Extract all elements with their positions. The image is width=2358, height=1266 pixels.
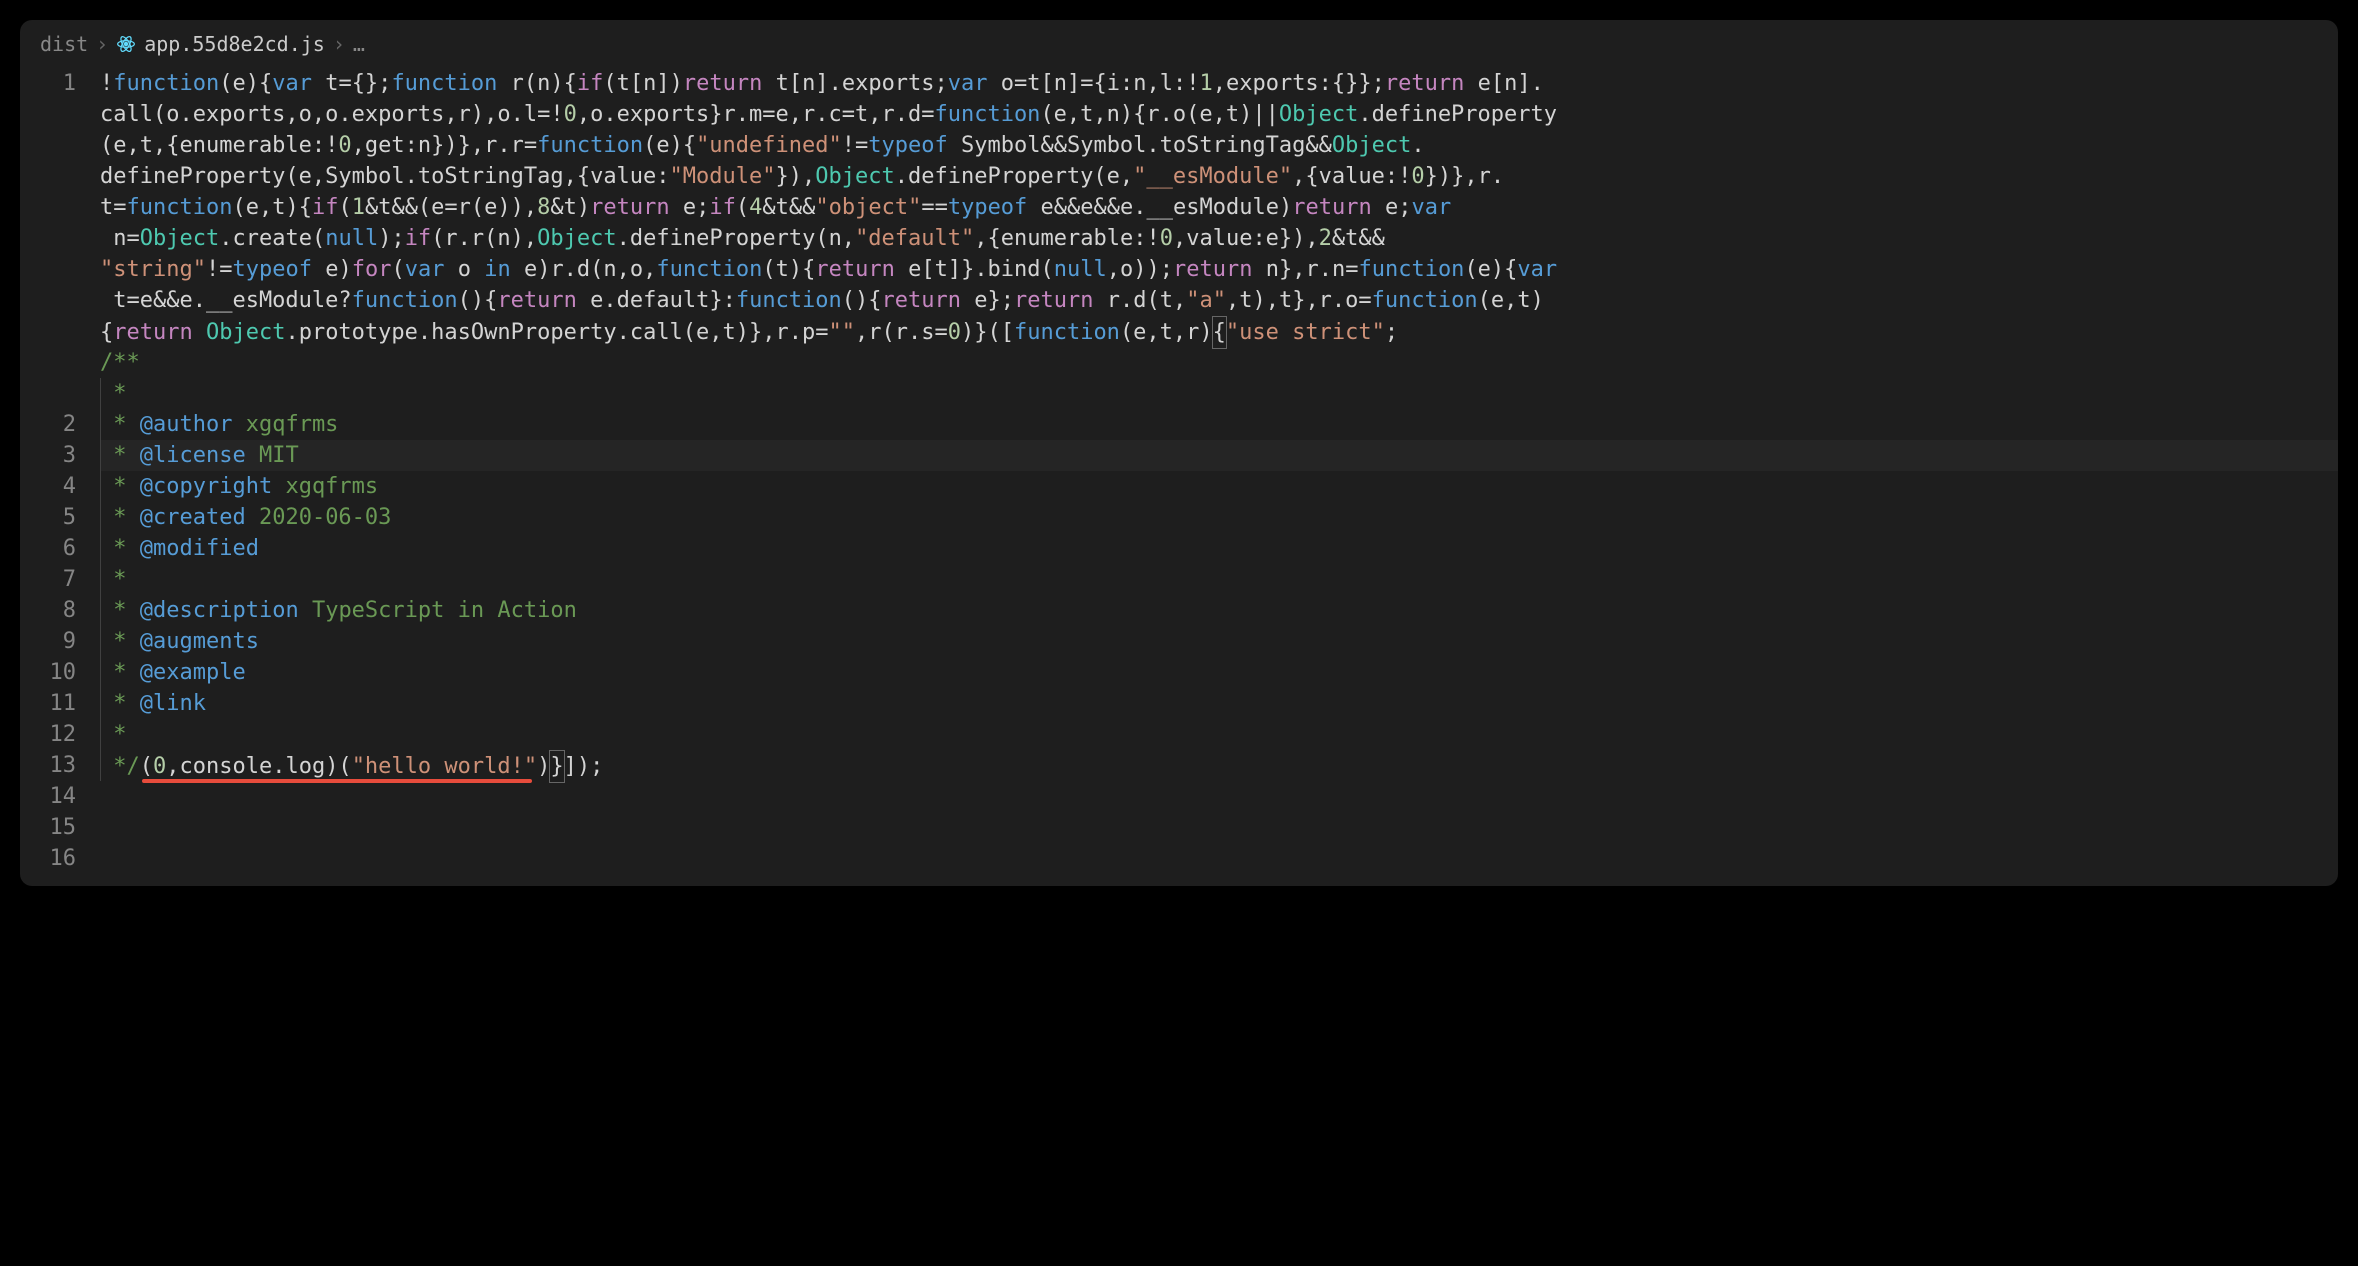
line-number: 11 (20, 688, 76, 719)
code-line[interactable]: * @author xgqfrms (100, 409, 2338, 440)
code-line[interactable]: {return Object.prototype.hasOwnProperty.… (100, 316, 2338, 347)
code-line[interactable]: /** (100, 347, 2338, 378)
line-number (20, 192, 76, 223)
code-line[interactable]: * @modified (100, 533, 2338, 564)
line-number: 12 (20, 719, 76, 750)
code-line[interactable]: (e,t,{enumerable:!0,get:n})},r.r=functio… (100, 130, 2338, 161)
line-number (20, 130, 76, 161)
code-line[interactable]: defineProperty(e,Symbol.toStringTag,{val… (100, 161, 2338, 192)
code-line[interactable]: * @copyright xgqfrms (100, 471, 2338, 502)
code-area[interactable]: 1 2 3 4 5 6 7 8 9 10 11 12 13 14 15 16 (20, 68, 2338, 886)
breadcrumb-filename[interactable]: app.55d8e2cd.js (144, 32, 325, 56)
code-line[interactable]: * (100, 719, 2338, 750)
line-number: 3 (20, 440, 76, 471)
code-line[interactable]: call(o.exports,o,o.exports,r),o.l=!0,o.e… (100, 99, 2338, 130)
line-number: 6 (20, 533, 76, 564)
line-number (20, 254, 76, 285)
breadcrumb-separator: › (96, 32, 108, 56)
line-number: 10 (20, 657, 76, 688)
code-line[interactable]: "string"!=typeof e)for(var o in e)r.d(n,… (100, 254, 2338, 285)
line-number (20, 347, 76, 378)
line-number (20, 223, 76, 254)
code-content[interactable]: !function(e){var t={};function r(n){if(t… (100, 68, 2338, 874)
breadcrumb-trail[interactable]: … (353, 32, 365, 56)
line-number-gutter: 1 2 3 4 5 6 7 8 9 10 11 12 13 14 15 16 (20, 68, 100, 874)
code-line[interactable]: * @description TypeScript in Action (100, 595, 2338, 626)
code-line[interactable]: * (100, 378, 2338, 409)
react-icon (116, 34, 136, 54)
line-number: 13 (20, 750, 76, 781)
code-editor: dist › app.55d8e2cd.js › … 1 2 (20, 20, 2338, 886)
line-number: 8 (20, 595, 76, 626)
line-number (20, 285, 76, 316)
breadcrumb-folder[interactable]: dist (40, 32, 88, 56)
line-number: 14 (20, 781, 76, 812)
line-number: 9 (20, 626, 76, 657)
code-line[interactable]: t=e&&e.__esModule?function(){return e.de… (100, 285, 2338, 316)
code-line[interactable]: n=Object.create(null);if(r.r(n),Object.d… (100, 223, 2338, 254)
line-number (20, 161, 76, 192)
line-number: 5 (20, 502, 76, 533)
line-number: 2 (20, 409, 76, 440)
code-line[interactable]: t=function(e,t){if(1&t&&(e=r(e)),8&t)ret… (100, 192, 2338, 223)
code-line[interactable]: * @license MIT (100, 440, 2338, 471)
code-line[interactable]: * (100, 564, 2338, 595)
code-line[interactable]: * @created 2020-06-03 (100, 502, 2338, 533)
code-line[interactable]: * @augments (100, 626, 2338, 657)
line-number (20, 99, 76, 130)
line-number: 1 (20, 68, 76, 99)
code-line[interactable]: * @link (100, 688, 2338, 719)
line-number (20, 378, 76, 409)
line-number (20, 316, 76, 347)
line-number: 16 (20, 843, 76, 874)
code-line[interactable]: * @example (100, 657, 2338, 688)
code-line[interactable]: */(0,console.log)("hello world!")}]); (100, 750, 2338, 781)
code-line[interactable]: !function(e){var t={};function r(n){if(t… (100, 68, 2338, 99)
line-number: 15 (20, 812, 76, 843)
line-number: 4 (20, 471, 76, 502)
code-line[interactable] (100, 781, 2338, 812)
breadcrumb[interactable]: dist › app.55d8e2cd.js › … (20, 20, 2338, 68)
breadcrumb-separator: › (333, 32, 345, 56)
line-number: 7 (20, 564, 76, 595)
